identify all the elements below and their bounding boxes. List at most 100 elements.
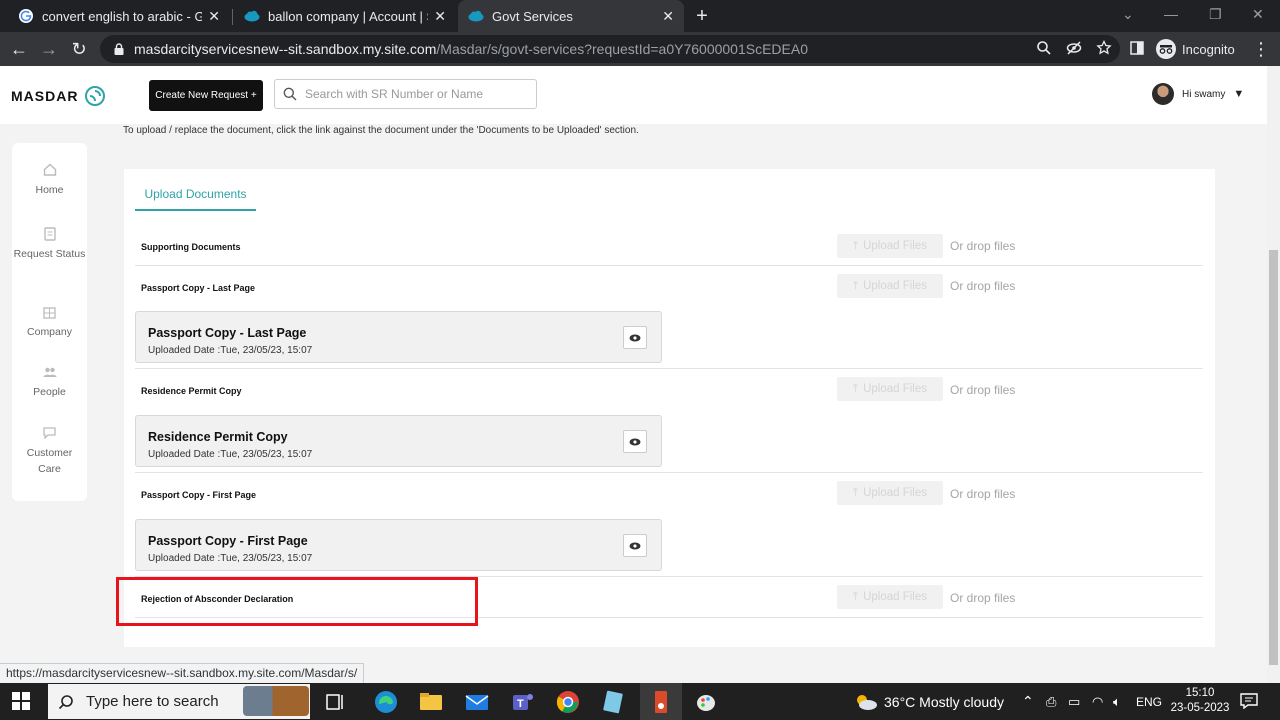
sidebar-item-customer-care[interactable]: Customer Care bbox=[12, 427, 87, 477]
search-icon bbox=[283, 87, 297, 101]
view-file-button[interactable] bbox=[623, 534, 647, 557]
document-row: Passport Copy - Last Page ⤒ Upload Files … bbox=[135, 266, 1203, 369]
sidebar-nav: Home Request Status Company People Custo… bbox=[12, 143, 87, 501]
eye-off-icon[interactable] bbox=[1066, 40, 1082, 56]
browser-tab-google[interactable]: convert english to arabic - Googl ✕ bbox=[8, 0, 230, 32]
input-language[interactable]: ENG bbox=[1136, 683, 1162, 720]
browser-tab-govt-services[interactable]: Govt Services ✕ bbox=[458, 0, 684, 32]
upload-files-button[interactable]: ⤒ Upload Files bbox=[837, 377, 943, 401]
sidebar-item-company[interactable]: Company bbox=[12, 307, 87, 340]
incognito-icon bbox=[1156, 39, 1176, 59]
new-tab-button[interactable]: + bbox=[692, 5, 712, 28]
sr-search-input[interactable] bbox=[305, 87, 525, 101]
drop-files-text: Or drop files bbox=[950, 279, 1016, 293]
upload-icon: ⤒ bbox=[852, 239, 859, 252]
tab-upload-documents[interactable]: Upload Documents bbox=[135, 187, 256, 211]
sidebar-item-request-status[interactable]: Request Status bbox=[12, 227, 87, 262]
file-title: Residence Permit Copy bbox=[148, 430, 288, 444]
file-upload-date: Uploaded Date :Tue, 23/05/23, 15:07 bbox=[148, 345, 313, 356]
view-file-button[interactable] bbox=[623, 430, 647, 453]
zoom-icon[interactable] bbox=[1036, 40, 1052, 56]
wifi-icon[interactable]: ◠ bbox=[1092, 683, 1103, 720]
system-clock[interactable]: 15:10 23-05-2023 bbox=[1170, 686, 1230, 716]
bookmark-star-icon[interactable] bbox=[1096, 40, 1112, 56]
incognito-indicator[interactable]: Incognito bbox=[1156, 37, 1235, 61]
document-row: Residence Permit Copy ⤒ Upload Files Or d… bbox=[135, 369, 1203, 473]
browser-tab-account[interactable]: ballon company | Account | Sales ✕ bbox=[234, 0, 456, 32]
more-menu-icon[interactable]: ⋮ bbox=[1250, 38, 1272, 60]
battery-icon[interactable]: ▭ bbox=[1068, 683, 1080, 720]
eye-icon bbox=[629, 334, 641, 341]
upload-files-button[interactable]: ⤒ Upload Files bbox=[837, 481, 943, 505]
minimize-icon[interactable]: — bbox=[1164, 6, 1178, 22]
notepad-icon[interactable] bbox=[600, 689, 626, 715]
link-status-url: https://masdarcityservicesnew--sit.sandb… bbox=[0, 663, 365, 683]
forward-arrow-icon[interactable]: → bbox=[38, 38, 60, 60]
url-host: masdarcityservicesnew--sit.sandbox.my.si… bbox=[134, 41, 437, 57]
notifications-icon[interactable] bbox=[1240, 693, 1258, 709]
address-bar[interactable]: masdarcityservicesnew--sit.sandbox.my.si… bbox=[100, 35, 1120, 63]
snipping-tool-icon[interactable] bbox=[648, 689, 674, 715]
partly-cloudy-icon bbox=[857, 694, 877, 710]
windows-start-icon[interactable] bbox=[12, 692, 30, 710]
file-upload-date: Uploaded Date :Tue, 23/05/23, 15:07 bbox=[148, 449, 313, 460]
close-window-icon[interactable]: ✕ bbox=[1252, 6, 1264, 23]
back-arrow-icon[interactable]: ← bbox=[8, 38, 30, 60]
user-menu[interactable]: Hi swamy ▼ bbox=[1152, 83, 1244, 105]
upload-files-button[interactable]: ⤒ Upload Files bbox=[837, 234, 943, 258]
create-new-request-button[interactable]: Create New Request + bbox=[149, 80, 263, 111]
avatar bbox=[1152, 83, 1174, 105]
upload-files-button[interactable]: ⤒ Upload Files bbox=[837, 585, 943, 609]
browser-toolbar: ← → ↻ masdarcityservicesnew--sit.sandbox… bbox=[0, 32, 1280, 66]
chrome-icon[interactable] bbox=[555, 689, 581, 715]
view-file-button[interactable] bbox=[623, 326, 647, 349]
uploaded-file-card: Residence Permit Copy Uploaded Date :Tue… bbox=[135, 415, 662, 467]
close-tab-icon[interactable]: ✕ bbox=[434, 8, 446, 25]
sidebar-item-home[interactable]: Home bbox=[12, 163, 87, 198]
masdar-logo[interactable]: MASDAR bbox=[11, 85, 106, 107]
search-highlight-thumbnail[interactable] bbox=[243, 686, 309, 716]
caret-down-icon: ▼ bbox=[1233, 88, 1245, 100]
drop-files-text: Or drop files bbox=[950, 239, 1016, 253]
sr-search-box[interactable] bbox=[274, 79, 537, 109]
document-label: Passport Copy - Last Page bbox=[141, 283, 256, 293]
task-view-icon[interactable] bbox=[326, 692, 346, 712]
document-row: Supporting Documents ⤒ Upload Files Or dr… bbox=[135, 229, 1203, 266]
file-title: Passport Copy - First Page bbox=[148, 534, 308, 548]
upload-files-button[interactable]: ⤒ Upload Files bbox=[837, 274, 943, 298]
file-explorer-icon[interactable] bbox=[418, 689, 444, 715]
svg-text:T: T bbox=[517, 698, 524, 710]
upload-files-label: Upload Files bbox=[863, 280, 927, 292]
mail-icon[interactable] bbox=[464, 689, 490, 715]
tab-title: ballon company | Account | Sales bbox=[268, 8, 428, 24]
close-tab-icon[interactable]: ✕ bbox=[662, 8, 674, 25]
clock-time: 15:10 bbox=[1185, 687, 1215, 699]
upload-documents-card: Upload Documents Supporting Documents ⤒ U… bbox=[124, 169, 1215, 647]
volume-icon[interactable]: 🔈︎ bbox=[1113, 683, 1121, 720]
sidebar-item-label: Company bbox=[27, 326, 72, 338]
meet-now-icon[interactable]: ⎙ bbox=[1046, 683, 1056, 720]
clock-date: 23-05-2023 bbox=[1170, 702, 1230, 714]
reload-icon[interactable]: ↻ bbox=[68, 38, 90, 60]
close-tab-icon[interactable]: ✕ bbox=[208, 8, 220, 25]
edge-browser-icon[interactable] bbox=[373, 689, 399, 715]
show-hidden-icons-chevron-icon[interactable]: ⌃ bbox=[1022, 683, 1034, 720]
scrollbar-thumb[interactable] bbox=[1269, 250, 1278, 665]
restore-icon[interactable]: ❐ bbox=[1209, 6, 1222, 23]
uploaded-file-card: Passport Copy - First Page Uploaded Date… bbox=[135, 519, 662, 571]
document-label: Passport Copy - First Page bbox=[141, 490, 257, 500]
paint-icon[interactable] bbox=[694, 689, 720, 715]
user-greeting: Hi swamy bbox=[1182, 88, 1226, 100]
weather-text: 36°C Mostly cloudy bbox=[884, 693, 1004, 710]
chat-icon bbox=[43, 427, 56, 439]
salesforce-cloud-icon bbox=[468, 10, 484, 22]
logo-text: MASDAR bbox=[11, 88, 79, 104]
tab-search-chevron-icon[interactable]: ⌄ bbox=[1122, 6, 1134, 23]
sidebar-item-people[interactable]: People bbox=[12, 367, 87, 400]
weather-widget[interactable]: 36°C Mostly cloudy bbox=[854, 683, 1004, 720]
sidebar-item-label: People bbox=[33, 386, 66, 398]
side-panel-icon[interactable] bbox=[1130, 41, 1144, 55]
teams-icon[interactable]: T bbox=[510, 689, 536, 715]
page-scrollbar[interactable] bbox=[1267, 66, 1280, 683]
drop-files-text: Or drop files bbox=[950, 591, 1016, 605]
